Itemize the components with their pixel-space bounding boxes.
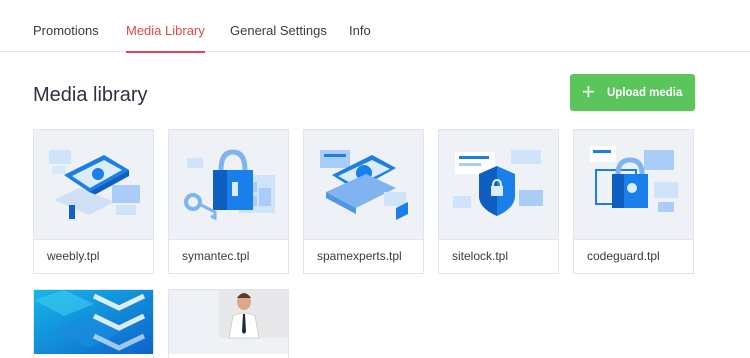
sitelock-shield-illustration-icon [439,130,558,239]
media-card-sitelock[interactable]: sitelock.tpl [438,129,559,274]
codeguard-lock-illustration-icon [574,130,693,239]
media-name: sitelock.tpl [452,249,509,263]
media-name: weebly.tpl [47,249,100,263]
media-name: symantec.tpl [182,249,250,263]
tab-info[interactable]: Info [349,0,371,52]
card-divider [34,239,153,240]
plus-icon: + [582,79,595,104]
tab-general-settings[interactable]: General Settings [230,0,327,52]
blue-banner-image-icon [34,290,153,354]
upload-media-button[interactable]: + Upload media [570,74,695,111]
media-card-spamexperts[interactable]: spamexperts.tpl [303,129,424,274]
page-title: Media library [33,84,148,106]
media-card-weebly[interactable]: weebly.tpl [33,129,154,274]
card-divider [304,239,423,240]
tab-promotions[interactable]: Promotions [33,0,99,52]
tab-media-library[interactable]: Media Library [126,0,205,53]
upload-media-label: Upload media [607,87,683,99]
person-photo-icon [169,290,288,354]
spamexperts-laptop-illustration-icon [304,130,423,239]
weebly-illustration-icon [34,130,153,239]
media-card-symantec[interactable]: symantec.tpl [168,129,289,274]
card-divider [574,239,693,240]
symantec-lock-illustration-icon [169,130,288,239]
media-card-banner[interactable] [33,289,154,358]
card-divider [439,239,558,240]
media-name: spamexperts.tpl [317,249,402,263]
media-card-codeguard[interactable]: codeguard.tpl [573,129,694,274]
media-name: codeguard.tpl [587,249,660,263]
tab-bar: Promotions Media Library General Setting… [0,0,750,53]
card-divider [169,239,288,240]
media-card-photo[interactable] [168,289,289,358]
